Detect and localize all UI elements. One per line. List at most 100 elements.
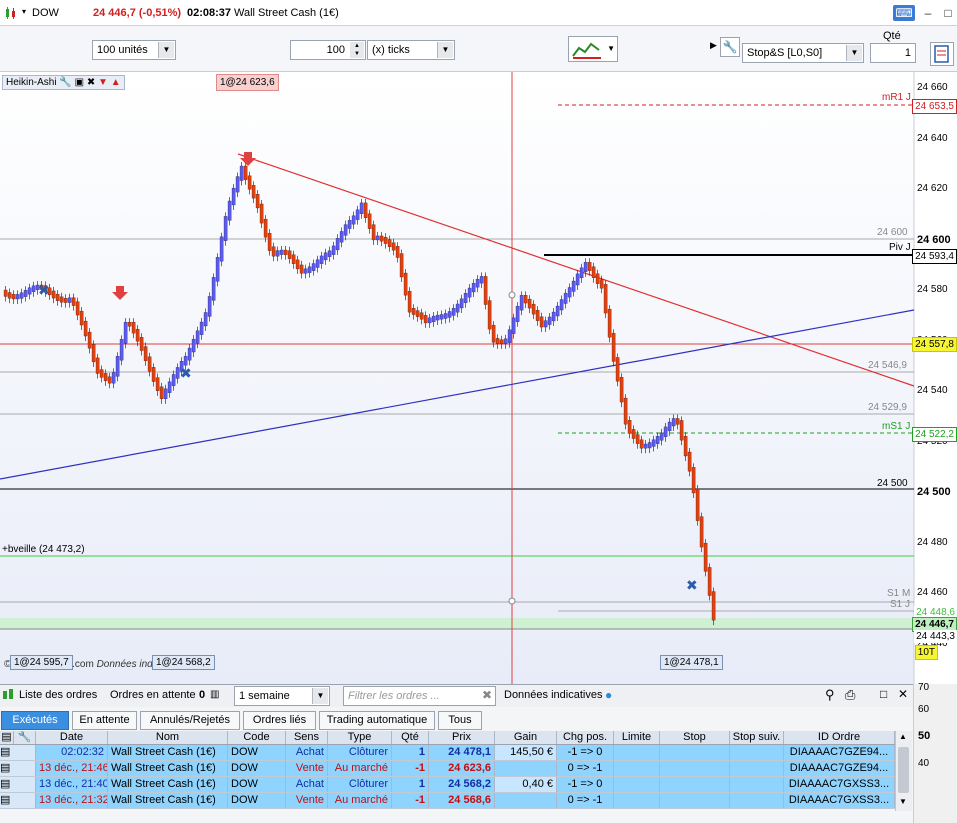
order-ticket-icon[interactable] (930, 42, 954, 66)
col-stop[interactable]: Stop (660, 731, 730, 744)
sell-icon[interactable]: ▼ (98, 77, 108, 88)
wrench-icon[interactable]: 🔧 (14, 731, 36, 744)
col-order-id[interactable]: ID Ordre (784, 731, 895, 744)
order-tag[interactable]: 1@24 595,7 (10, 655, 73, 670)
level-label: 24 500 (877, 478, 908, 489)
col-date[interactable]: Date (36, 731, 108, 744)
table-row[interactable]: ▤13 déc., 21:32:34Wall Street Cash (1€)D… (0, 793, 895, 809)
tab-cancelled[interactable]: Annulés/Rejetés (140, 711, 240, 730)
cell-gain (495, 793, 557, 808)
chart-canvas[interactable]: ✖ ✖ ✖ (0, 72, 957, 684)
period-select[interactable]: 1 semaine ▼ (234, 686, 330, 706)
cell-type: Clôturer (328, 777, 392, 792)
orders-table: ▤ 🔧 Date Nom Code Sens Type Qté Prix Gai… (0, 731, 895, 809)
order-tag[interactable]: 1@24 568,2 (152, 655, 215, 670)
bveille-label: +bveille (24 473,2) (2, 544, 85, 555)
cell-name: Wall Street Cash (1€) (108, 793, 228, 808)
col-qty[interactable]: Qté (392, 731, 429, 744)
col-code[interactable]: Code (228, 731, 286, 744)
units-select[interactable]: 100 unités ▼ (92, 40, 176, 60)
title-bar: DOW ▾ 24 446,7 (-0,51%) 02:08:37 Wall St… (0, 0, 957, 26)
col-limit[interactable]: Limite (614, 731, 660, 744)
tab-all[interactable]: Tous (438, 711, 482, 730)
instrument-name: Wall Street Cash (1€) (234, 7, 339, 19)
chart-trading-icon (572, 42, 601, 59)
cell-code: DOW (228, 793, 286, 808)
cell-id: DIAAAAC7GZE94... (784, 761, 895, 776)
chevron-down-icon: ▼ (312, 688, 328, 704)
scroll-up-icon[interactable]: ▲ (899, 732, 907, 741)
cell-id: DIAAAAC7GXSS3... (784, 793, 895, 808)
col-pos-change[interactable]: Chg pos. (557, 731, 614, 744)
col-side[interactable]: Sens (286, 731, 328, 744)
cell-name: Wall Street Cash (1€) (108, 777, 228, 792)
col-type[interactable]: Type (328, 731, 392, 744)
table-row[interactable]: ▤13 déc., 21:46:04Wall Street Cash (1€)D… (0, 761, 895, 777)
scroll-down-icon[interactable]: ▼ (899, 797, 907, 806)
s1m-label: S1 M (887, 588, 911, 599)
table-header: ▤ 🔧 Date Nom Code Sens Type Qté Prix Gai… (0, 731, 895, 745)
maximize-button[interactable]: □ (937, 5, 957, 21)
tab-linked[interactable]: Ordres liés (243, 711, 316, 730)
ticks-value-input[interactable]: 100 ▲ ▼ (290, 40, 366, 60)
indicator-tag[interactable]: Heikin-Ashi 🔧 ▣ ✖ ▼ ▲ (2, 75, 125, 90)
restore-icon[interactable]: □ (880, 687, 887, 701)
chart-mode-button[interactable]: ▼ (568, 36, 618, 62)
orders-rows: ▤ 02:02:32 Wall Street Cash (1€) DOW Achat Cl… (0, 745, 895, 809)
order-tag[interactable]: 1@24 478,1 (660, 655, 723, 670)
close-icon[interactable]: ✕ (898, 687, 908, 701)
timeframe-tag[interactable]: 10T (914, 645, 938, 660)
scroll-thumb[interactable] (898, 747, 909, 793)
table-row[interactable]: ▤13 déc., 21:40:26Wall Street Cash (1€)D… (0, 777, 895, 793)
col-name[interactable]: Nom (108, 731, 228, 744)
axis-tick-label: 24 500 (917, 486, 951, 498)
cell-side: Vente (286, 793, 328, 808)
filter-icon[interactable]: ▥ (210, 689, 219, 700)
axis-tick-label: 24 640 (917, 132, 948, 144)
level-label: 24 546,9 (868, 360, 907, 371)
tab-pending[interactable]: En attente (72, 711, 137, 730)
axis-tick-label: 24 620 (917, 183, 948, 194)
order-tag[interactable]: 1@24 623,6 (216, 74, 279, 91)
link-icon[interactable]: ⚲ (825, 687, 835, 703)
print-icon[interactable]: ⎙ (845, 687, 855, 703)
close-icon[interactable]: ✖ (87, 77, 95, 88)
keyboard-icon[interactable]: ⌨ (893, 5, 915, 21)
cell-name: Wall Street Cash (1€) (108, 745, 228, 760)
info-icon[interactable]: ● (605, 688, 612, 702)
wrench-icon[interactable]: 🔧 (59, 77, 71, 88)
crosshair-value-tag: 24 557,8 (912, 337, 957, 352)
table-row[interactable]: ▤ 02:02:32 Wall Street Cash (1€) DOW Achat Cl… (0, 745, 895, 761)
pending-orders-label[interactable]: Ordres en attente (110, 689, 196, 701)
buy-icon[interactable]: ▲ (111, 77, 121, 88)
cell-price: 24 478,1 (429, 745, 495, 760)
quantity-input[interactable]: 1 (870, 43, 916, 63)
tab-executed[interactable]: Exécutés (1, 711, 69, 730)
axis-tick-label: 24 660 (917, 82, 948, 93)
symbol-dropdown-icon[interactable]: ▾ (22, 7, 26, 16)
tab-auto-trading[interactable]: Trading automatique (319, 711, 435, 730)
panel-toggle-icon[interactable]: ▶ (710, 40, 717, 51)
spinner-icon[interactable]: ▲ ▼ (350, 42, 364, 58)
ticks-unit-select[interactable]: (x) ticks ▼ (367, 40, 455, 60)
cell-stop (660, 745, 730, 760)
orders-scrollbar[interactable]: ▲ ▼ (895, 731, 912, 811)
row-icon: ▤ (0, 745, 36, 760)
clear-icon[interactable]: ✖ (482, 688, 492, 702)
price-chart[interactable]: ✖ ✖ ✖ Heikin-Ashi 🔧 ▣ ✖ ▼ ▲ 1@24 623,6 m… (0, 72, 957, 684)
cell-date: 02:02:32 (36, 745, 108, 760)
cell-name: Wall Street Cash (1€) (108, 761, 228, 776)
minimize-button[interactable]: – (917, 5, 939, 21)
col-price[interactable]: Prix (429, 731, 495, 744)
level-label: 24 529,9 (868, 402, 907, 413)
filter-orders-input[interactable]: Filtrer les ordres ... ✖ (343, 686, 496, 706)
order-type-select[interactable]: Stop&S [L0,S0] ▼ (742, 43, 864, 63)
cell-chg: 0 => -1 (557, 793, 614, 808)
window-icon[interactable]: ▣ (75, 77, 84, 88)
col-trailing-stop[interactable]: Stop suiv. (730, 731, 784, 744)
axis-tick: 60 (918, 704, 930, 715)
col-gain[interactable]: Gain (495, 731, 557, 744)
axis-tick-label: 24 480 (917, 536, 948, 548)
cell-type: Au marché (328, 793, 392, 808)
wrench-icon[interactable]: 🔧 (720, 37, 740, 57)
